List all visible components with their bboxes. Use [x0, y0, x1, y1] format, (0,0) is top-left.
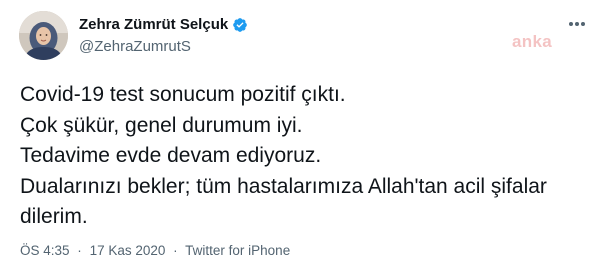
tweet-card: Zehra Zümrüt Selçuk @ZehraZumrutS anka C… — [0, 0, 602, 271]
tweet-meta: ÖS 4:35 · 17 Kas 2020 · Twitter for iPho… — [20, 243, 290, 259]
tweet-source-link[interactable]: Twitter for iPhone — [185, 243, 290, 258]
tweet-text-line: dilerim. — [20, 205, 88, 228]
more-options-icon[interactable] — [566, 14, 588, 34]
profile-photo-icon — [19, 11, 68, 60]
tweet-time-link[interactable]: ÖS 4:35 — [20, 243, 70, 258]
tweet-text-line: Covid-19 test sonucum pozitif çıktı. — [20, 83, 346, 106]
author-display-name[interactable]: Zehra Zümrüt Selçuk — [79, 16, 228, 34]
verified-badge-icon — [233, 18, 248, 32]
author-name-row: Zehra Zümrüt Selçuk — [79, 16, 248, 34]
author-handle[interactable]: @ZehraZumrutS — [79, 38, 191, 56]
tweet-text-line: Dualarınızı bekler; tüm hastalarımıza Al… — [20, 174, 547, 198]
tweet-date-link[interactable]: 17 Kas 2020 — [90, 243, 166, 258]
meta-separator: · — [77, 243, 82, 258]
meta-separator: · — [173, 243, 178, 258]
tweet-text: Covid-19 test sonucum pozitif çıktı. Çok… — [20, 80, 590, 233]
tweet-text-line: Çok şükür, genel durumum iyi. — [20, 113, 303, 137]
watermark-logo: anka — [512, 32, 552, 51]
tweet-text-line: Tedavime evde devam ediyoruz. — [20, 144, 322, 167]
avatar[interactable] — [19, 11, 68, 60]
